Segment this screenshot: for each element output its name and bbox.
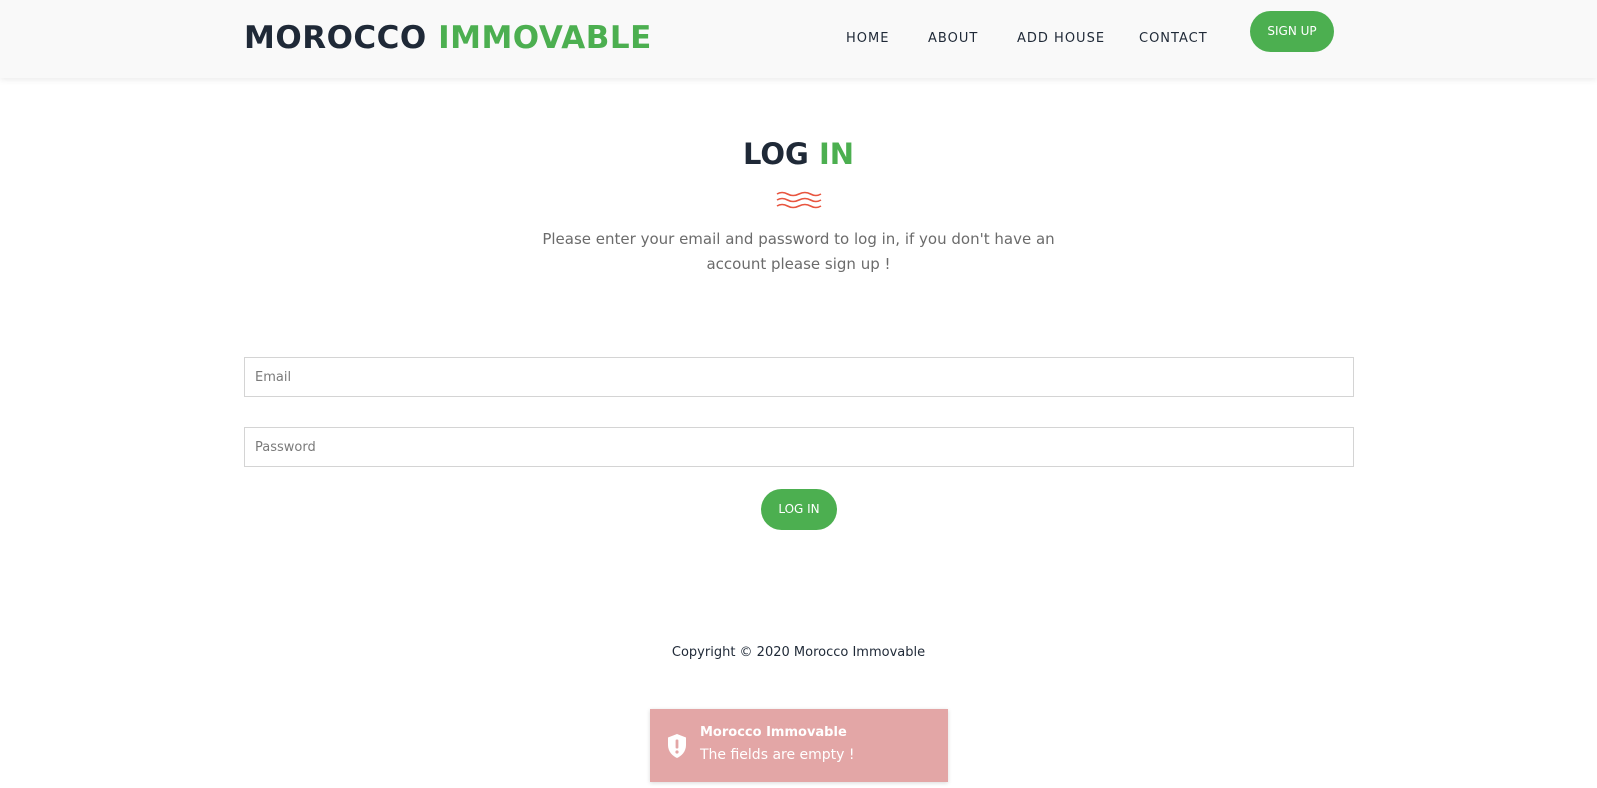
nav-link-about[interactable]: ABOUT [928, 29, 978, 49]
error-toast[interactable]: Morocco Immovable The fields are empty ! [650, 709, 948, 782]
nav-menu: HOME ABOUT ADD HOUSE CONTACT [0, 0, 1597, 78]
log-in-button[interactable]: LOG IN [761, 489, 837, 530]
copyright-text: Copyright © 2020 Morocco Immovable [671, 645, 926, 660]
toast-title: Morocco Immovable [700, 725, 847, 740]
page-title: LOG IN [0, 134, 1597, 174]
nav-link-add-house[interactable]: ADD HOUSE [1017, 29, 1105, 49]
password-field[interactable] [244, 427, 1354, 467]
login-instructions: Please enter your email and password to … [542, 230, 1055, 273]
page-title-part2: IN [818, 137, 855, 171]
sign-up-button[interactable]: SIGN UP [1250, 11, 1334, 52]
email-field[interactable] [244, 357, 1354, 397]
nav-link-home[interactable]: HOME [846, 29, 889, 49]
toast-message: The fields are empty ! [700, 747, 855, 763]
navbar: MOROCCO IMMOVABLE HOME ABOUT ADD HOUSE C… [0, 0, 1597, 78]
nav-link-contact[interactable]: CONTACT [1139, 29, 1208, 49]
wave-divider-icon [776, 191, 822, 209]
page-title-part1: LOG [742, 137, 809, 171]
shield-alert-icon [668, 734, 686, 758]
